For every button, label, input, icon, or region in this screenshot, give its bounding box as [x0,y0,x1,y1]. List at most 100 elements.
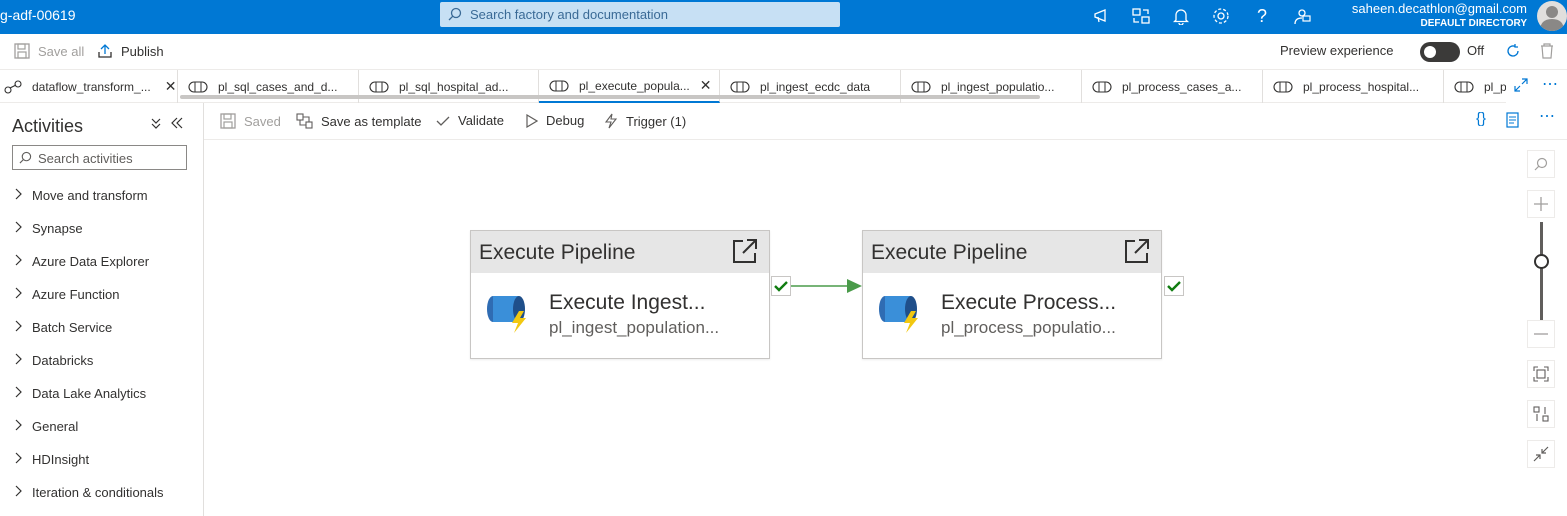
search-activities-input[interactable]: Search activities [12,145,187,170]
checkmark-icon [1167,281,1181,292]
tab-label: pl_process_cases_a... [1122,79,1242,94]
pipeline-icon [549,79,569,92]
activity-group-azure-data-explorer[interactable]: Azure Data Explorer [14,254,149,269]
feedback-icon[interactable] [1291,5,1313,27]
tab-pl-p[interactable]: pl_p [1444,70,1506,103]
tab-dataflow-transform[interactable]: dataflow_transform_... ✕ [0,70,178,103]
success-connector-arrow[interactable] [791,278,863,294]
saved-button[interactable]: Saved [220,113,281,129]
tab-pl-process-cases[interactable]: pl_process_cases_a... [1082,70,1263,103]
save-all-label: Save all [38,43,85,59]
tab-scrollbar[interactable] [180,95,1040,99]
announcement-icon[interactable] [1091,5,1113,27]
zoom-to-fit-button[interactable] [1527,360,1555,388]
checkmark-icon [774,281,788,292]
save-all-button[interactable]: Save all [14,43,84,59]
account-email[interactable]: saheen.decathlon@gmail.com [1352,1,1527,16]
zoom-slider-handle[interactable] [1534,254,1549,269]
activity-group-label: Iteration & conditionals [32,485,164,500]
settings-icon[interactable] [1210,5,1232,27]
canvas-search-button[interactable] [1527,150,1555,178]
plus-icon [1534,197,1548,211]
help-icon[interactable]: ? [1251,5,1273,27]
activity-group-azure-function[interactable]: Azure Function [14,287,119,302]
debug-button[interactable]: Debug [526,113,584,128]
activity-group-data-lake-analytics[interactable]: Data Lake Analytics [14,386,146,401]
zoom-in-button[interactable] [1527,190,1555,218]
pipeline-icon [730,80,750,93]
activity-group-move-and-transform[interactable]: Move and transform [14,188,148,203]
node-type: Execute Pipeline [479,241,636,264]
checkmark-icon [436,116,450,126]
tab-label: dataflow_transform_... [32,79,151,94]
validate-button[interactable]: Validate [436,113,504,128]
global-search-input[interactable]: Search factory and documentation [440,2,840,27]
avatar[interactable] [1537,1,1567,31]
close-tab-icon[interactable]: ✕ [700,77,712,94]
code-view-icon[interactable]: {} [1476,110,1486,127]
discard-icon[interactable] [1540,43,1554,59]
tab-label: pl_sql_cases_and_d... [218,79,338,94]
tab-label: pl_ingest_populatio... [941,79,1055,94]
save-as-template-button[interactable]: Save as template [296,113,421,129]
notifications-icon[interactable] [1170,5,1192,27]
activity-group-label: Databricks [32,353,94,368]
tab-actions: ⋯ [1506,70,1567,103]
activity-group-hdinsight[interactable]: HDInsight [14,452,89,467]
preview-state-text: Off [1467,43,1485,58]
trigger-icon [604,113,618,129]
activities-pane: Activities Search activities Move and tr… [0,103,204,516]
play-icon [526,113,538,128]
publish-button[interactable]: Publish [97,43,164,59]
collapse-pane-icon[interactable] [170,116,184,135]
activity-group-label: HDInsight [32,452,90,467]
activity-group-iteration-conditionals[interactable]: Iteration & conditionals [14,485,164,500]
collapse-canvas-button[interactable] [1527,440,1555,468]
refresh-icon[interactable] [1505,43,1521,59]
more-tabs-icon[interactable]: ⋯ [1542,74,1558,94]
collapse-all-icon[interactable] [150,116,162,135]
success-output-checkbox[interactable] [1164,276,1184,296]
switch-directory-icon[interactable] [1130,5,1152,27]
trigger-button[interactable]: Trigger (1) [604,113,686,129]
preview-label-text: Preview experience [1280,43,1394,58]
tab-label: pl_p [1484,79,1506,94]
tab-pl-process-hospital[interactable]: pl_process_hospital... [1263,70,1444,103]
execute-pipeline-icon [877,291,927,340]
zoom-out-button[interactable] [1527,320,1555,348]
tab-label: pl_process_hospital... [1303,79,1420,94]
activity-group-batch-service[interactable]: Batch Service [14,320,112,335]
activity-group-general[interactable]: General [14,419,78,434]
activity-group-label: Batch Service [32,320,113,335]
chevron-right-icon [14,254,22,269]
trigger-label: Trigger (1) [626,113,687,129]
activity-node-execute-process[interactable]: Execute Pipeline Execute Process... pl_p… [862,230,1162,359]
save-as-template-label: Save as template [321,113,422,129]
saved-label: Saved [244,113,281,129]
close-tab-icon[interactable]: ✕ [165,78,177,95]
activity-node-execute-ingest[interactable]: Execute Pipeline Execute Ingest... pl_in… [470,230,770,359]
expand-icon[interactable] [1514,78,1528,97]
chevron-right-icon [14,320,22,335]
node-name: Execute Process... [941,291,1117,314]
preview-toggle[interactable] [1420,42,1460,62]
factory-name[interactable]: g-adf-00619 [0,7,76,23]
search-activities-placeholder: Search activities [38,151,133,166]
chevron-right-icon [14,287,22,302]
activity-group-databricks[interactable]: Databricks [14,353,93,368]
pipeline-icon [369,80,389,93]
pipeline-icon [1454,80,1474,93]
open-pipeline-icon[interactable] [731,237,759,270]
pipeline-icon [188,80,208,93]
pipeline-icon [1092,80,1112,93]
success-output-checkbox[interactable] [771,276,791,296]
auto-align-button[interactable] [1527,400,1555,428]
open-pipeline-icon[interactable] [1123,237,1151,270]
activity-group-synapse[interactable]: Synapse [14,221,83,236]
execute-pipeline-icon [485,291,535,340]
properties-icon[interactable] [1506,112,1522,133]
activities-title: Activities [12,116,84,136]
zoom-slider-track[interactable] [1540,222,1543,320]
activity-group-label: Data Lake Analytics [32,386,147,401]
more-options-icon[interactable]: ⋯ [1539,106,1555,126]
